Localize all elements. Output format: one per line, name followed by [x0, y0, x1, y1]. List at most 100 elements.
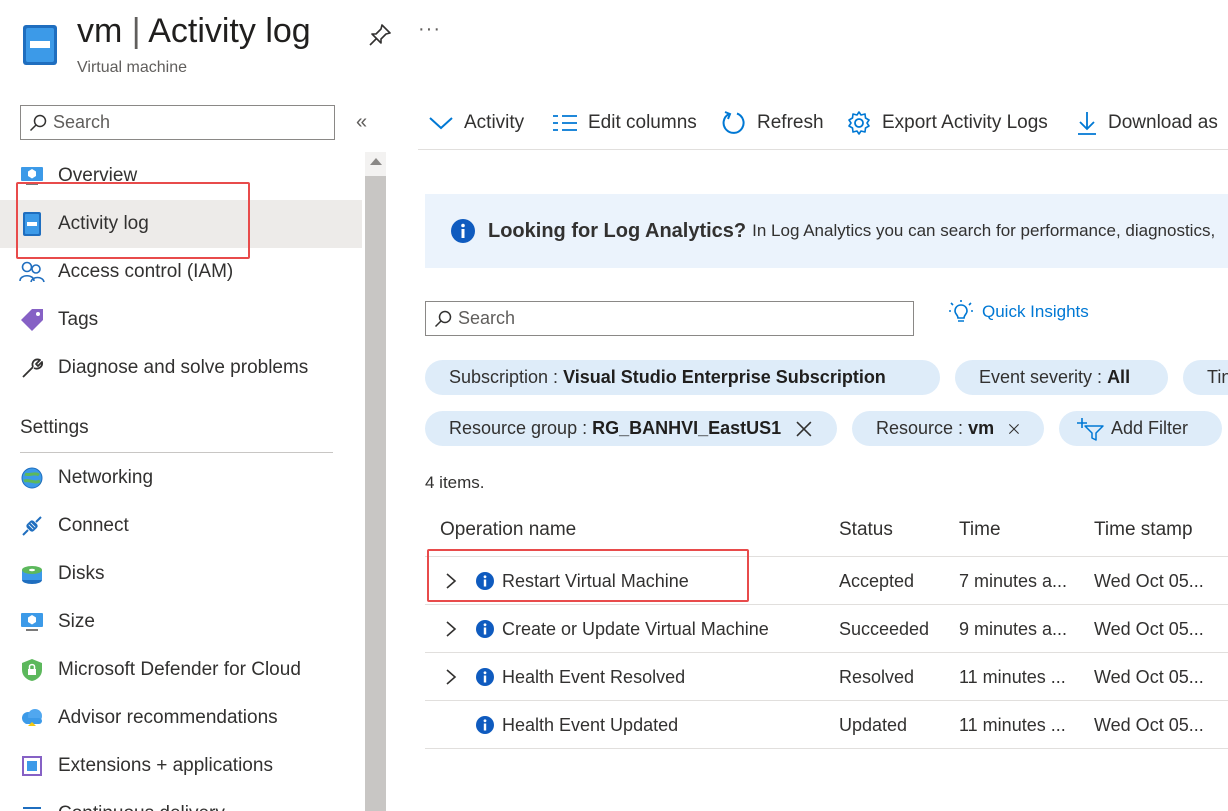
search-icon — [434, 310, 452, 327]
sidebar-scrollbar-thumb[interactable] — [365, 176, 386, 811]
sidebar-item-extensions[interactable]: Extensions + applications — [0, 742, 362, 790]
add-filter-label: Add Filter — [1111, 418, 1189, 438]
info-icon — [476, 716, 494, 734]
pill-label: Tin — [1207, 367, 1228, 387]
cell-operation-name[interactable]: Health Event Updated — [502, 701, 678, 749]
filter-pill-subscription[interactable]: Subscription : Visual Studio Enterprise … — [425, 360, 940, 395]
edit-columns-button[interactable]: Edit columns — [552, 108, 697, 138]
filter-pill-resource-group[interactable]: Resource group : RG_BANHVI_EastUS1 — [425, 411, 837, 446]
activity-button[interactable]: Activity — [428, 108, 524, 138]
filter-pill-timespan[interactable]: Tin — [1183, 360, 1228, 395]
pill-label: Resource group : — [449, 418, 588, 438]
sidebar-item-size[interactable]: Size — [0, 598, 362, 646]
table-row[interactable]: Health Event Resolved Resolved 11 minute… — [425, 653, 1228, 701]
sidebar-item-disks[interactable]: Disks — [0, 550, 362, 598]
sidebar-item-connect[interactable]: Connect — [0, 502, 362, 550]
download-button[interactable]: Download as — [1076, 108, 1218, 138]
cell-status: Succeeded — [839, 619, 930, 639]
cell-operation-name[interactable]: Create or Update Virtual Machine — [502, 605, 769, 653]
sidebar-item-label: Access control (IAM) — [58, 261, 234, 282]
activity-search-box[interactable] — [425, 301, 914, 336]
pill-value: RG_BANHVI_EastUS1 — [592, 418, 782, 438]
sidebar-item-label: Advisor recommendations — [58, 707, 278, 728]
pill-value: Visual Studio Enterprise Subscription — [563, 367, 886, 387]
pin-icon[interactable] — [367, 22, 393, 48]
sidebar-item-label: Size — [58, 611, 95, 632]
virtual-machine-icon — [23, 25, 57, 65]
pill-value: All — [1107, 367, 1131, 387]
activity-search-input[interactable] — [458, 308, 898, 329]
search-icon — [29, 114, 47, 131]
filter-pill-event-severity[interactable]: Event severity : All — [955, 360, 1168, 395]
page-title: vm | Activity log — [77, 12, 311, 51]
cell-operation-name[interactable]: Health Event Resolved — [502, 653, 685, 701]
collapse-sidebar-icon[interactable]: « — [356, 111, 367, 134]
column-header-status[interactable]: Status — [839, 508, 893, 556]
scroll-up-arrow-icon[interactable] — [370, 158, 382, 165]
globe-icon — [19, 465, 45, 491]
close-icon[interactable] — [795, 420, 813, 438]
banner-title: Looking for Log Analytics? — [488, 219, 747, 242]
pill-label: Resource : — [876, 418, 964, 438]
cell-time-stamp: Wed Oct 05... — [1094, 619, 1204, 639]
table-row[interactable]: Health Event Updated Updated 11 minutes … — [425, 701, 1228, 749]
monitor-icon — [19, 609, 45, 635]
refresh-label: Refresh — [757, 112, 824, 133]
cell-time: 11 minutes ... — [959, 667, 1066, 687]
export-activity-logs-button[interactable]: Export Activity Logs — [846, 108, 1048, 138]
page-header: vm | Activity log Virtual machine ··· — [0, 0, 1228, 95]
command-bar: Activity Edit columns Refresh Export Act… — [418, 100, 1228, 150]
sidebar-item-label: Networking — [58, 467, 154, 488]
sidebar-item-continuous-delivery[interactable]: Continuous delivery — [0, 790, 362, 811]
sidebar-item-advisor[interactable]: Advisor recommendations — [0, 694, 362, 742]
info-banner: Looking for Log Analytics? In Log Analyt… — [425, 194, 1228, 268]
column-header-time-stamp[interactable]: Time stamp — [1094, 508, 1193, 556]
activity-button-label: Activity — [464, 112, 525, 133]
more-options-icon[interactable]: ··· — [418, 18, 441, 41]
refresh-icon — [722, 111, 745, 134]
close-icon[interactable] — [1008, 420, 1020, 438]
chevron-down-icon — [429, 117, 453, 130]
chevron-right-icon[interactable] — [445, 621, 457, 637]
tag-icon — [19, 307, 45, 333]
info-icon — [476, 620, 494, 638]
info-icon — [451, 219, 475, 243]
item-count: 4 items. — [425, 473, 485, 492]
sidebar-search-input[interactable] — [53, 112, 313, 133]
filter-pill-resource[interactable]: Resource : vm — [852, 411, 1044, 446]
delivery-icon — [19, 801, 45, 811]
lightbulb-icon — [949, 300, 973, 322]
cell-time-stamp: Wed Oct 05... — [1094, 667, 1204, 687]
refresh-button[interactable]: Refresh — [721, 108, 824, 138]
edit-columns-label: Edit columns — [588, 112, 697, 133]
sidebar-item-tags[interactable]: Tags — [0, 296, 362, 344]
highlight-box-activity-log — [16, 182, 250, 259]
cell-status: Resolved — [839, 667, 915, 687]
title-separator: | — [131, 12, 141, 50]
blade-name: Activity log — [148, 12, 311, 50]
sidebar-item-diagnose[interactable]: Diagnose and solve problems — [0, 344, 362, 392]
quick-insights-link[interactable]: Quick Insights — [948, 299, 1089, 325]
column-header-time[interactable]: Time — [959, 508, 1001, 556]
sidebar-search-box[interactable] — [20, 105, 335, 140]
sidebar-item-networking[interactable]: Networking — [0, 454, 362, 502]
chevron-right-icon[interactable] — [445, 669, 457, 685]
disk-icon — [19, 561, 45, 587]
info-icon — [476, 668, 494, 686]
table-row[interactable]: Create or Update Virtual Machine Succeed… — [425, 605, 1228, 653]
pill-label: Event severity : — [979, 367, 1103, 387]
add-filter-button[interactable]: Add Filter — [1059, 411, 1222, 446]
section-divider — [20, 452, 333, 453]
cell-status: Accepted — [839, 571, 915, 591]
sidebar-item-label: Continuous delivery — [58, 803, 225, 811]
sidebar-item-label: Extensions + applications — [58, 755, 273, 776]
download-icon — [1078, 112, 1096, 135]
wrench-icon — [19, 355, 45, 381]
columns-icon — [553, 115, 577, 131]
sidebar-item-label: Diagnose and solve problems — [58, 357, 309, 378]
cell-time: 7 minutes a... — [959, 571, 1068, 591]
sidebar-item-defender[interactable]: Microsoft Defender for Cloud — [0, 646, 362, 694]
highlight-box-restart-vm — [427, 549, 749, 602]
section-header-settings: Settings — [20, 417, 89, 438]
export-label: Export Activity Logs — [882, 112, 1048, 133]
